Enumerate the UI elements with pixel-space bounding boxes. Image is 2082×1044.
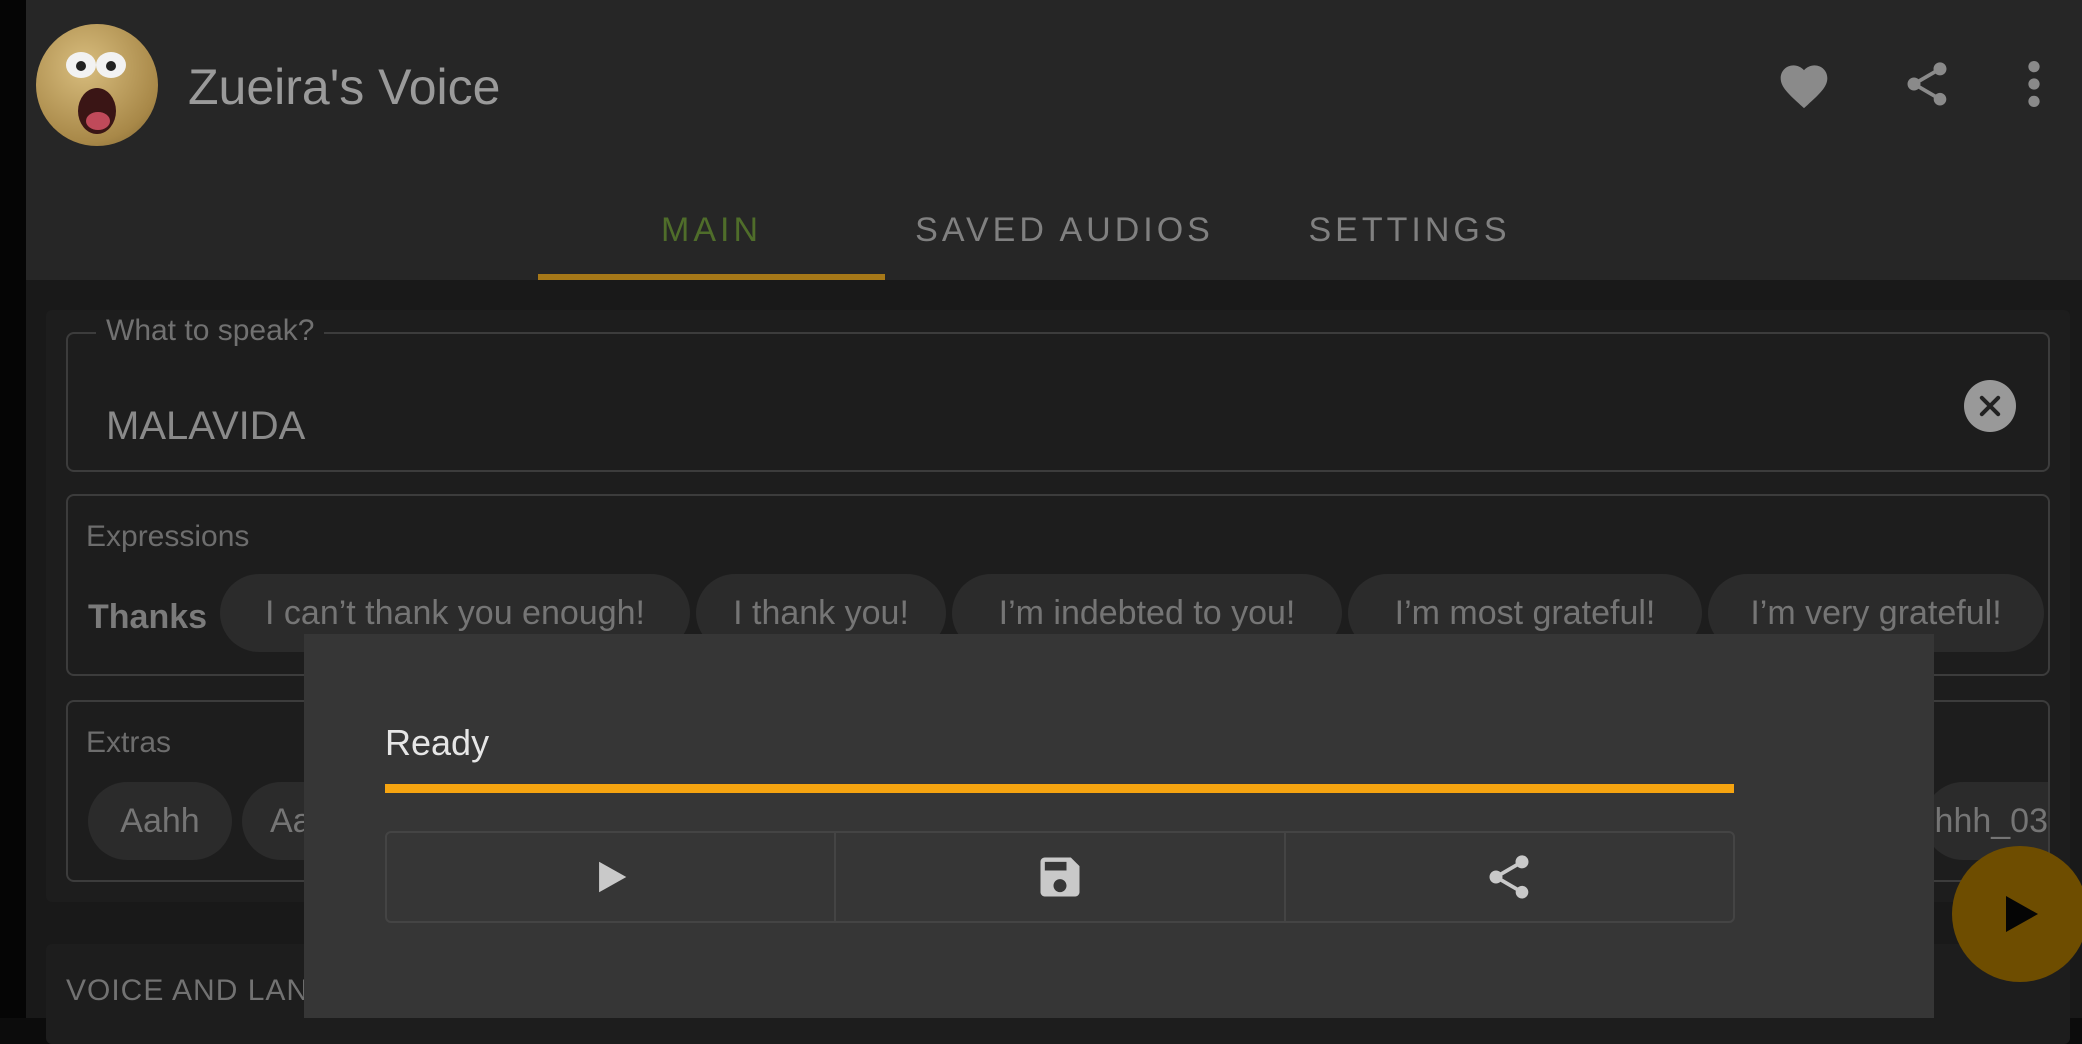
thanks-row-label: Thanks [88,598,208,636]
progress-fill [385,784,1734,793]
play-icon [598,861,626,893]
tab-saved-audios[interactable]: SAVED AUDIOS [892,180,1237,280]
dialog-share-button[interactable] [1283,833,1733,921]
extras-chip[interactable]: Aahh [88,782,232,860]
active-tab-indicator [538,274,885,280]
dialog-play-button[interactable] [387,833,834,921]
expressions-label: Expressions [86,520,250,553]
extras-label: Extras [86,726,172,759]
more-vert-icon [2028,61,2040,107]
more-options-button[interactable] [2002,52,2066,116]
avatar-mouth [78,88,116,134]
share-icon [1907,62,1947,106]
dialog-save-button[interactable] [834,833,1283,921]
audio-dialog: Ready [304,634,1934,1018]
app-title: Zueira's Voice [188,59,501,115]
share-button[interactable] [1895,52,1959,116]
speak-input[interactable]: MALAVIDA [106,404,305,449]
voice-language-heading: VOICE AND LAN [66,974,310,1007]
clear-button[interactable] [1964,380,2016,432]
play-icon [2006,896,2038,932]
avatar-eye-right [96,52,126,78]
dialog-button-group [385,831,1735,923]
speak-field-label: What to speak? [96,314,325,348]
tab-main[interactable]: MAIN [538,180,885,280]
play-fab[interactable] [1952,846,2082,982]
left-edge [0,0,26,1018]
tab-bar: MAIN SAVED AUDIOS SETTINGS [26,180,2082,280]
heart-icon [1780,65,1828,109]
progress-bar [385,784,1734,793]
favorite-button[interactable] [1772,52,1836,116]
save-icon [1040,857,1080,897]
app-bar: Zueira's Voice [26,0,2082,180]
clear-icon [1979,395,2001,417]
tab-settings[interactable]: SETTINGS [1237,180,1582,280]
avatar-eye-left [66,52,96,78]
dialog-status: Ready [385,722,490,763]
share-icon [1489,855,1529,899]
speak-field: What to speak? MALAVIDA [66,314,2050,472]
avatar [36,24,158,146]
